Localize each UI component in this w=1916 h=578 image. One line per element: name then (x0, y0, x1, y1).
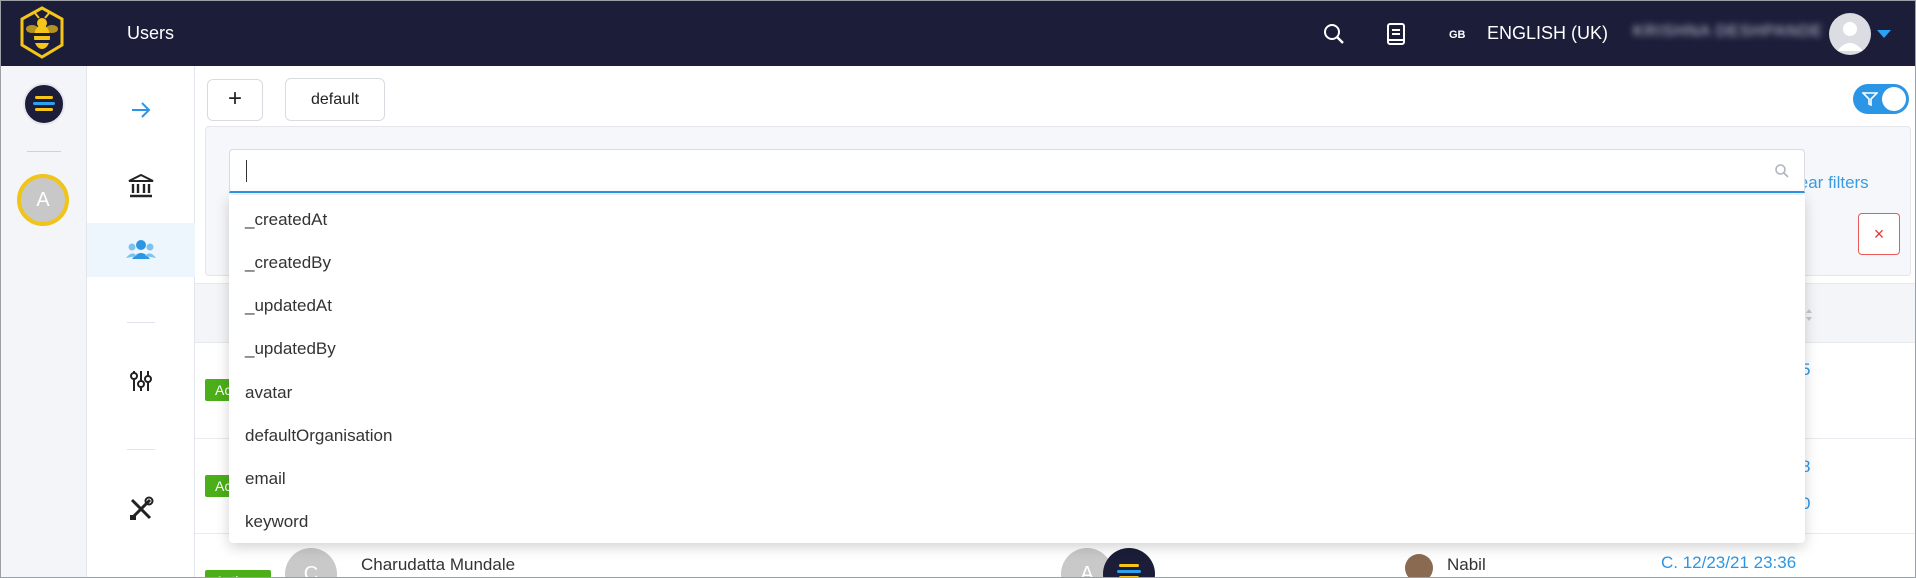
field-search-input[interactable] (244, 159, 1744, 183)
sliders-icon (130, 371, 152, 391)
organisation-rail: A (1, 66, 87, 577)
owner-name[interactable]: Nabil (1447, 555, 1486, 575)
divider (27, 151, 61, 152)
organisation-logo[interactable] (23, 83, 65, 125)
divider (127, 322, 155, 323)
book-icon[interactable] (1383, 21, 1409, 47)
dropdown-option[interactable]: keyword (245, 512, 308, 532)
default-view-button[interactable]: default (285, 78, 385, 121)
dropdown-option[interactable]: _createdAt (245, 210, 327, 230)
dropdown-option[interactable]: _updatedBy (245, 339, 336, 359)
brand-stripes-icon (33, 96, 55, 111)
avatar: C (285, 548, 337, 577)
language-selector[interactable]: ENGLISH (UK) (1487, 23, 1608, 44)
chevron-down-icon[interactable] (1877, 30, 1891, 38)
text-cursor (246, 160, 247, 182)
owner-avatar (1405, 554, 1433, 577)
dropdown-option[interactable]: defaultOrganisation (245, 426, 392, 446)
clear-filters-link[interactable]: lear filters (1795, 173, 1869, 193)
user-name[interactable]: KRISHNA DESHPANDE (1633, 23, 1823, 41)
sidebar-nav (87, 66, 195, 577)
sidebar-item-organisations[interactable] (87, 159, 195, 213)
tools-icon (130, 496, 154, 520)
search-icon (1775, 164, 1789, 178)
users-icon (126, 240, 156, 259)
arrow-right-icon (132, 102, 151, 118)
expand-nav-button[interactable] (87, 83, 195, 137)
add-filter-button[interactable]: + (207, 79, 263, 121)
person-icon (1837, 22, 1863, 51)
app-window: Users GB ENGLISH (UK) KRISHNA DESHPANDE (0, 0, 1916, 578)
filter-icon (1862, 92, 1878, 106)
field-search-box[interactable] (229, 149, 1805, 193)
dropdown-option[interactable]: email (245, 469, 286, 489)
search-icon[interactable] (1321, 21, 1347, 47)
language-code[interactable]: GB (1449, 29, 1466, 41)
top-bar: Users GB ENGLISH (UK) KRISHNA DESHPANDE (1, 1, 1915, 66)
sidebar-item-tools[interactable] (87, 482, 195, 536)
created-date: C. 12/23/21 23:36 (1661, 553, 1797, 572)
brand-stripes-icon (1117, 564, 1141, 577)
bank-icon (128, 173, 154, 198)
sort-icon[interactable] (1805, 308, 1813, 322)
user-avatar[interactable] (1829, 13, 1871, 55)
dropdown-option[interactable]: avatar (245, 383, 292, 403)
page-title: Users (127, 23, 175, 43)
remove-filter-button[interactable]: × (1858, 213, 1900, 255)
organisation-logo (1103, 548, 1155, 577)
status-badge: Acti (205, 570, 271, 577)
dropdown-option[interactable]: _updatedAt (245, 296, 332, 316)
filter-toggle[interactable] (1853, 84, 1909, 114)
organisation-avatar[interactable]: A (17, 174, 69, 226)
sidebar-item-users[interactable] (87, 223, 195, 277)
bee-logo-icon[interactable] (17, 5, 67, 61)
sidebar-item-settings[interactable] (87, 354, 195, 408)
dropdown-option[interactable]: _createdBy (245, 253, 331, 273)
toggle-knob (1882, 87, 1906, 111)
user-full-name[interactable]: Charudatta Mundale (361, 555, 515, 575)
divider (127, 449, 155, 450)
field-dropdown: _createdAt _createdBy _updatedAt _update… (229, 195, 1805, 543)
